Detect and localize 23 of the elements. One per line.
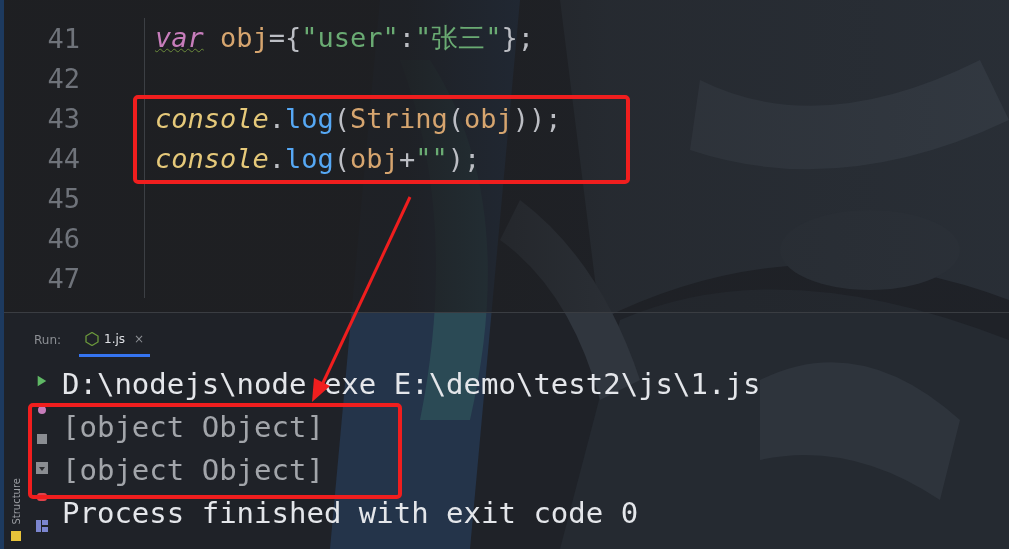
stop-icon[interactable] <box>36 433 48 445</box>
structure-tab[interactable]: Structure <box>10 478 22 525</box>
layout-icon[interactable] <box>36 520 48 532</box>
run-icon[interactable] <box>36 375 48 387</box>
panel-label: Run: <box>34 333 62 347</box>
console-line: [object Object] <box>62 452 325 489</box>
line-number: 43 <box>46 102 80 134</box>
file-tab[interactable]: 1.js × <box>79 323 151 357</box>
console-line: [object Object] <box>62 409 325 446</box>
line-number: 44 <box>46 142 80 174</box>
code-line: console.log(obj+""); <box>155 142 481 174</box>
close-button[interactable]: × <box>134 331 145 346</box>
structure-icon <box>11 531 21 541</box>
line-number: 41 <box>46 22 80 54</box>
line-number: 47 <box>46 262 80 294</box>
code-line: var obj={"user":"张三"}; <box>155 21 535 55</box>
line-number: 46 <box>46 222 80 254</box>
hexagon-icon <box>85 331 100 346</box>
line-number: 42 <box>46 62 80 94</box>
code-line: console.log(String(obj)); <box>155 102 562 134</box>
console-line: Process finished with exit code 0 <box>62 495 640 532</box>
download-icon[interactable] <box>36 462 48 474</box>
line-number: 45 <box>46 182 80 214</box>
